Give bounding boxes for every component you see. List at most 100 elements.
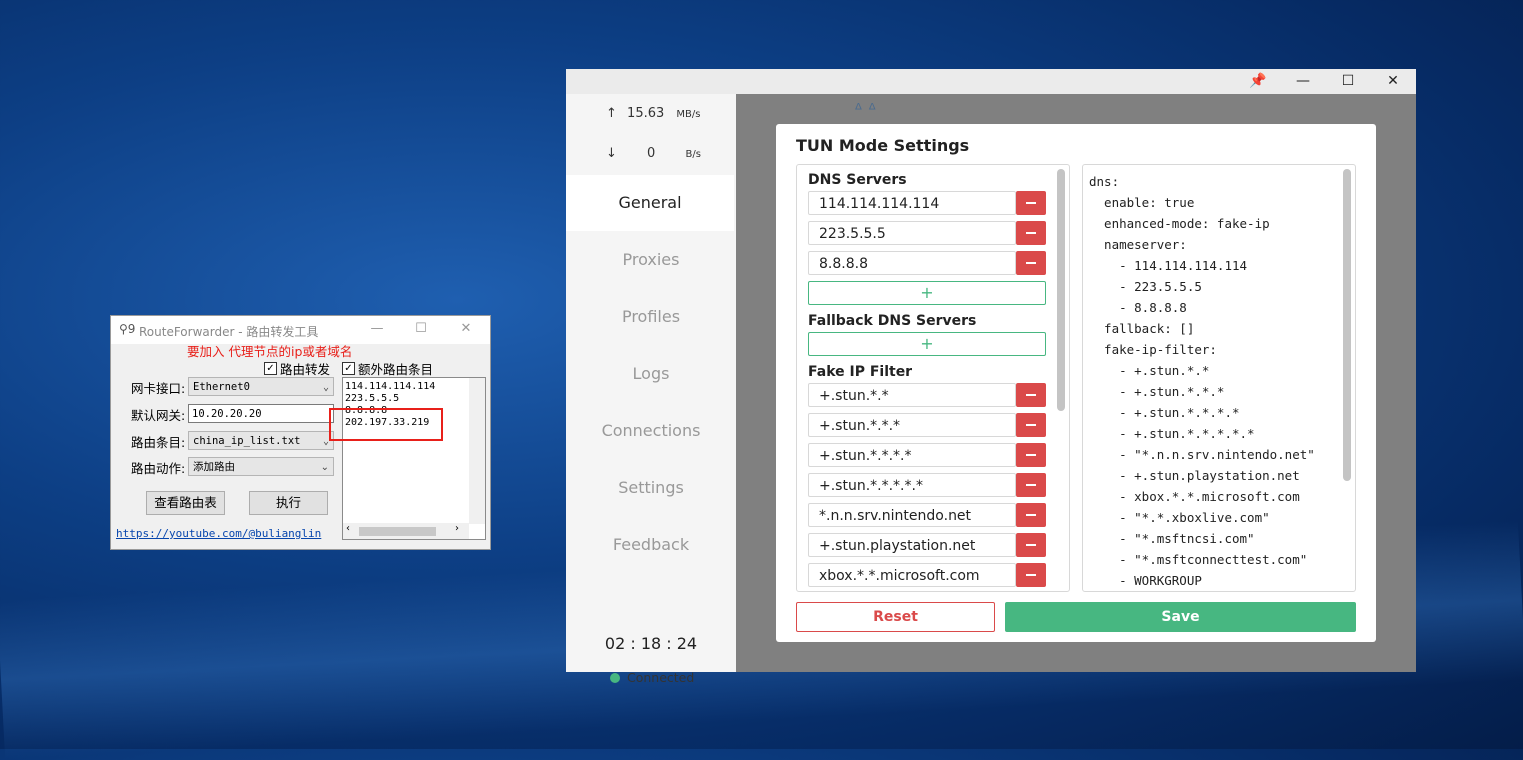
- yaml-line: - "*.n.n.srv.nintendo.net": [1089, 447, 1315, 462]
- nav-logs[interactable]: Logs: [566, 346, 736, 402]
- remove-filter-button[interactable]: [1016, 383, 1046, 407]
- checkbox-checked-icon: ✓: [264, 362, 277, 375]
- list-item: 114.114.114.114: [345, 381, 436, 392]
- yaml-line: enhanced-mode: fake-ip: [1089, 216, 1270, 231]
- nav-settings[interactable]: Settings: [566, 460, 736, 516]
- remove-dns-button[interactable]: [1016, 221, 1046, 245]
- fake-ip-input[interactable]: *.n.n.srv.nintendo.net: [808, 503, 1016, 527]
- cat-logo-icon: ᐞ ᐞ: [854, 100, 877, 119]
- remove-filter-button[interactable]: [1016, 503, 1046, 527]
- rf-title-bar[interactable]: ⚲9 RouteForwarder - 路由转发工具 — ☐ ✕: [111, 316, 490, 344]
- chevron-down-icon: ⌄: [320, 462, 329, 473]
- yaml-line: - 8.8.8.8: [1089, 300, 1187, 315]
- gateway-label: 默认网关:: [131, 408, 186, 423]
- maximize-icon[interactable]: ☐: [1338, 73, 1358, 89]
- nic-select[interactable]: Ethernet0 ⌄: [188, 377, 334, 396]
- arrow-up-icon: ↑: [606, 106, 617, 121]
- nic-label: 网卡接口:: [131, 381, 186, 396]
- chevron-down-icon: ⌄: [322, 382, 329, 393]
- action-select[interactable]: 添加路由 ⌄: [188, 457, 334, 476]
- vertical-scrollbar[interactable]: [469, 378, 485, 524]
- fake-ip-input[interactable]: +.stun.*.*.*.*.*: [808, 473, 1016, 497]
- chevron-right-icon[interactable]: ›: [455, 523, 459, 534]
- chevron-left-icon[interactable]: ‹: [346, 523, 350, 534]
- execute-button[interactable]: 执行: [249, 491, 328, 515]
- arrow-down-icon: ↓: [606, 146, 617, 161]
- form-scrollbar[interactable]: [1057, 169, 1065, 411]
- remove-dns-button[interactable]: [1016, 251, 1046, 275]
- pin-icon[interactable]: 📌: [1248, 73, 1268, 89]
- dns-server-input[interactable]: 114.114.114.114: [808, 191, 1016, 215]
- settings-form-panel: DNS Servers 114.114.114.114 223.5.5.5 8.…: [796, 164, 1070, 592]
- action-value: 添加路由: [193, 461, 235, 473]
- download-speed: ↓ 0 B/s: [606, 146, 701, 161]
- dns-server-input[interactable]: 8.8.8.8: [808, 251, 1016, 275]
- fake-ip-input[interactable]: +.stun.*.*: [808, 383, 1016, 407]
- nav-proxies[interactable]: Proxies: [566, 232, 736, 288]
- add-fallback-button[interactable]: +: [808, 332, 1046, 356]
- youtube-link[interactable]: https://youtube.com/@bulianglin: [116, 527, 321, 540]
- remove-filter-button[interactable]: [1016, 563, 1046, 587]
- fallback-dns-heading: Fallback DNS Servers: [808, 313, 977, 329]
- maximize-icon[interactable]: ☐: [411, 321, 431, 336]
- download-unit: B/s: [685, 149, 701, 160]
- view-route-table-button[interactable]: 查看路由表: [146, 491, 225, 515]
- yaml-line: - +.stun.*.*.*.*: [1089, 405, 1240, 420]
- reset-button[interactable]: Reset: [796, 602, 995, 632]
- nav-general[interactable]: General: [566, 175, 734, 231]
- close-icon[interactable]: ✕: [456, 321, 476, 336]
- yaml-line: - WORKGROUP: [1089, 573, 1202, 588]
- remove-dns-button[interactable]: [1016, 191, 1046, 215]
- upload-unit: MB/s: [676, 109, 701, 120]
- nav-connections[interactable]: Connections: [566, 403, 736, 459]
- uptime-clock: 02 : 18 : 24: [604, 634, 698, 653]
- upload-speed: ↑ 15.63 MB/s: [606, 106, 700, 121]
- minimize-icon[interactable]: —: [367, 321, 387, 336]
- clash-title-bar[interactable]: 📌 — ☐ ✕: [566, 69, 1416, 94]
- fake-ip-input[interactable]: xbox.*.*.microsoft.com: [808, 563, 1016, 587]
- nav-feedback[interactable]: Feedback: [566, 517, 736, 573]
- status-dot-icon: [610, 672, 620, 683]
- remove-filter-button[interactable]: [1016, 443, 1046, 467]
- yaml-line: fallback: []: [1089, 321, 1195, 336]
- entries-select[interactable]: china_ip_list.txt ⌄: [188, 431, 334, 450]
- remove-filter-button[interactable]: [1016, 533, 1046, 557]
- yaml-line: - 223.5.5.5: [1089, 279, 1202, 294]
- annotation-text: 要加入 代理节点的ip或者域名: [187, 344, 353, 359]
- extra-entries-checkbox[interactable]: ✓ 额外路由条目: [342, 359, 433, 378]
- add-dns-button[interactable]: +: [808, 281, 1046, 305]
- nic-value: Ethernet0: [193, 381, 250, 393]
- main-overlay[interactable]: ᐞ ᐞ TUN Mode Settings DNS Servers 114.11…: [736, 94, 1416, 672]
- route-forwarder-window: ⚲9 RouteForwarder - 路由转发工具 — ☐ ✕ 要加入 代理节…: [110, 315, 491, 550]
- app-logo-icon: ⚲9: [119, 322, 136, 336]
- nav-profiles[interactable]: Profiles: [566, 289, 736, 345]
- yaml-line: - "*.msftconnecttest.com": [1089, 552, 1308, 567]
- rf-window-title: RouteForwarder - 路由转发工具: [139, 325, 319, 339]
- gateway-input[interactable]: 10.20.20.20: [188, 404, 334, 423]
- clash-window: 📌 — ☐ ✕ ↑ 15.63 MB/s ↓ 0 B/s General Pro…: [566, 69, 1416, 685]
- tun-settings-modal: TUN Mode Settings DNS Servers 114.114.11…: [776, 124, 1376, 642]
- scrollbar-thumb[interactable]: [359, 527, 436, 536]
- checkbox-label: 路由转发: [280, 362, 331, 377]
- dns-servers-heading: DNS Servers: [808, 172, 907, 188]
- save-button[interactable]: Save: [1005, 602, 1356, 632]
- minimize-icon[interactable]: —: [1293, 73, 1313, 89]
- yaml-scrollbar[interactable]: [1343, 169, 1351, 481]
- route-forward-checkbox[interactable]: ✓ 路由转发: [264, 359, 330, 378]
- yaml-line: enable: true: [1089, 195, 1195, 210]
- download-value: 0: [647, 146, 656, 161]
- close-icon[interactable]: ✕: [1383, 73, 1403, 89]
- fake-ip-input[interactable]: +.stun.*.*.*: [808, 413, 1016, 437]
- horizontal-scrollbar[interactable]: ‹ ›: [343, 523, 469, 539]
- fake-ip-input[interactable]: +.stun.playstation.net: [808, 533, 1016, 557]
- extra-entries-textarea[interactable]: 114.114.114.114 223.5.5.5 8.8.8.8 202.19…: [342, 377, 486, 540]
- yaml-line: - +.stun.*.*: [1089, 363, 1210, 378]
- checkbox-label: 额外路由条目: [358, 362, 434, 377]
- dns-server-input[interactable]: 223.5.5.5: [808, 221, 1016, 245]
- remove-filter-button[interactable]: [1016, 413, 1046, 437]
- yaml-line: nameserver:: [1089, 237, 1187, 252]
- fake-ip-input[interactable]: +.stun.*.*.*.*: [808, 443, 1016, 467]
- connection-status: Connected: [610, 670, 694, 685]
- entries-label: 路由条目:: [131, 435, 186, 450]
- remove-filter-button[interactable]: [1016, 473, 1046, 497]
